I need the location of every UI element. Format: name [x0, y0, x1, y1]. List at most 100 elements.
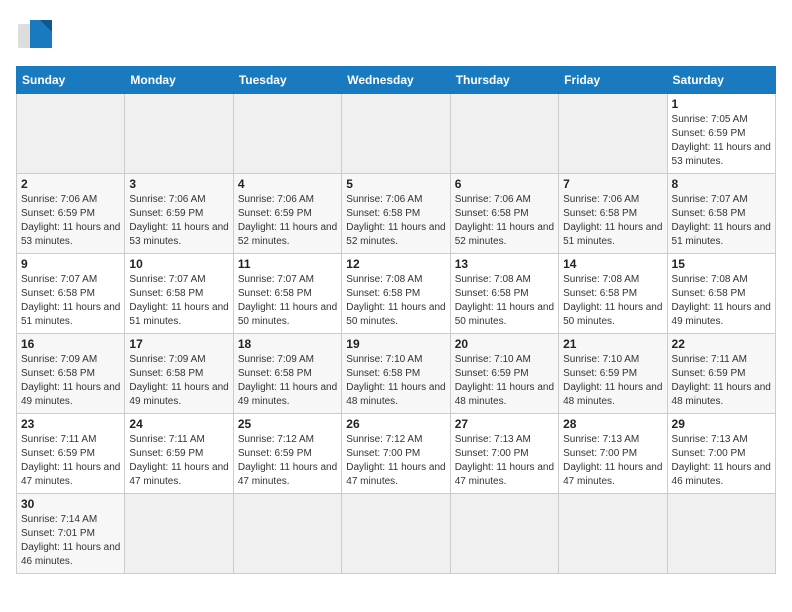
calendar-cell: [667, 494, 775, 574]
day-number: 1: [672, 97, 771, 111]
day-number: 28: [563, 417, 662, 431]
calendar-cell: [125, 494, 233, 574]
day-number: 10: [129, 257, 228, 271]
day-number: 21: [563, 337, 662, 351]
calendar-cell: 18 Sunrise: 7:09 AMSunset: 6:58 PMDayligh…: [233, 334, 341, 414]
calendar-body: 1 Sunrise: 7:05 AMSunset: 6:59 PMDaylight…: [17, 94, 776, 574]
day-info: Sunrise: 7:10 AMSunset: 6:59 PMDaylight:…: [455, 353, 554, 409]
day-info: Sunrise: 7:07 AMSunset: 6:58 PMDaylight:…: [129, 273, 228, 329]
calendar-week-row: 1 Sunrise: 7:05 AMSunset: 6:59 PMDaylight…: [17, 94, 776, 174]
day-number: 16: [21, 337, 120, 351]
calendar-week-row: 9 Sunrise: 7:07 AMSunset: 6:58 PMDaylight…: [17, 254, 776, 334]
day-number: 14: [563, 257, 662, 271]
day-info: Sunrise: 7:12 AMSunset: 7:00 PMDaylight:…: [346, 433, 445, 489]
calendar-cell: 9 Sunrise: 7:07 AMSunset: 6:58 PMDaylight…: [17, 254, 125, 334]
calendar-cell: 1 Sunrise: 7:05 AMSunset: 6:59 PMDaylight…: [667, 94, 775, 174]
day-info: Sunrise: 7:07 AMSunset: 6:58 PMDaylight:…: [672, 193, 771, 249]
calendar-cell: 19 Sunrise: 7:10 AMSunset: 6:58 PMDayligh…: [342, 334, 450, 414]
day-info: Sunrise: 7:11 AMSunset: 6:59 PMDaylight:…: [672, 353, 771, 409]
day-number: 13: [455, 257, 554, 271]
calendar-cell: 20 Sunrise: 7:10 AMSunset: 6:59 PMDayligh…: [450, 334, 558, 414]
day-number: 18: [238, 337, 337, 351]
calendar-cell: [342, 494, 450, 574]
calendar-cell: 11Sunrise: 7:07 AMSunset: 6:58 PMDayligh…: [233, 254, 341, 334]
day-info: Sunrise: 7:12 AMSunset: 6:59 PMDaylight:…: [238, 433, 337, 489]
calendar-cell: 4Sunrise: 7:06 AMSunset: 6:59 PMDaylight…: [233, 174, 341, 254]
calendar-cell: 15Sunrise: 7:08 AMSunset: 6:58 PMDayligh…: [667, 254, 775, 334]
day-info: Sunrise: 7:09 AMSunset: 6:58 PMDaylight:…: [238, 353, 337, 409]
calendar-table: SundayMondayTuesdayWednesdayThursdayFrid…: [16, 66, 776, 574]
day-number: 9: [21, 257, 120, 271]
calendar-header: SundayMondayTuesdayWednesdayThursdayFrid…: [17, 67, 776, 94]
day-info: Sunrise: 7:05 AMSunset: 6:59 PMDaylight:…: [672, 113, 771, 169]
day-info: Sunrise: 7:14 AMSunset: 7:01 PMDaylight:…: [21, 513, 120, 569]
calendar-week-row: 16 Sunrise: 7:09 AMSunset: 6:58 PMDayligh…: [17, 334, 776, 414]
day-info: Sunrise: 7:07 AMSunset: 6:58 PMDaylight:…: [238, 273, 337, 329]
day-number: 4: [238, 177, 337, 191]
page-header: [16, 16, 776, 56]
day-number: 19: [346, 337, 445, 351]
weekday-header: Saturday: [667, 67, 775, 94]
day-number: 24: [129, 417, 228, 431]
day-number: 26: [346, 417, 445, 431]
day-number: 6: [455, 177, 554, 191]
calendar-cell: 26 Sunrise: 7:12 AMSunset: 7:00 PMDayligh…: [342, 414, 450, 494]
day-info: Sunrise: 7:08 AMSunset: 6:58 PMDaylight:…: [455, 273, 554, 329]
day-number: 5: [346, 177, 445, 191]
calendar-cell: 12Sunrise: 7:08 AMSunset: 6:58 PMDayligh…: [342, 254, 450, 334]
calendar-cell: 8 Sunrise: 7:07 AMSunset: 6:58 PMDaylight…: [667, 174, 775, 254]
calendar-cell: 22 Sunrise: 7:11 AMSunset: 6:59 PMDayligh…: [667, 334, 775, 414]
day-number: 30: [21, 497, 120, 511]
weekday-header: Wednesday: [342, 67, 450, 94]
calendar-cell: [125, 94, 233, 174]
calendar-cell: 23Sunrise: 7:11 AMSunset: 6:59 PMDayligh…: [17, 414, 125, 494]
day-info: Sunrise: 7:06 AMSunset: 6:59 PMDaylight:…: [21, 193, 120, 249]
calendar-cell: [17, 94, 125, 174]
day-info: Sunrise: 7:07 AMSunset: 6:58 PMDaylight:…: [21, 273, 120, 329]
day-info: Sunrise: 7:13 AMSunset: 7:00 PMDaylight:…: [672, 433, 771, 489]
weekday-header: Sunday: [17, 67, 125, 94]
calendar-cell: [559, 94, 667, 174]
day-number: 29: [672, 417, 771, 431]
calendar-cell: 6 Sunrise: 7:06 AMSunset: 6:58 PMDaylight…: [450, 174, 558, 254]
calendar-week-row: 23 Sunrise: 7:11 AMSunset: 6:59 PMDayligh…: [17, 414, 776, 494]
calendar-week-row: 30 Sunrise: 7:14 AMSunset: 7:01 PMDayligh…: [17, 494, 776, 574]
day-number: 3: [129, 177, 228, 191]
calendar-cell: 29 Sunrise: 7:13 AMSunset: 7:00 PMDayligh…: [667, 414, 775, 494]
day-info: Sunrise: 7:13 AMSunset: 7:00 PMDaylight:…: [455, 433, 554, 489]
day-info: Sunrise: 7:06 AMSunset: 6:59 PMDaylight:…: [129, 193, 228, 249]
day-info: Sunrise: 7:06 AMSunset: 6:58 PMDaylight:…: [455, 193, 554, 249]
day-number: 2: [21, 177, 120, 191]
logo-icon: [16, 16, 56, 56]
calendar-cell: 25Sunrise: 7:12 AMSunset: 6:59 PMDayligh…: [233, 414, 341, 494]
day-number: 20: [455, 337, 554, 351]
calendar-week-row: 2 Sunrise: 7:06 AMSunset: 6:59 PMDaylight…: [17, 174, 776, 254]
day-number: 23: [21, 417, 120, 431]
day-info: Sunrise: 7:09 AMSunset: 6:58 PMDaylight:…: [129, 353, 228, 409]
day-info: Sunrise: 7:10 AMSunset: 6:59 PMDaylight:…: [563, 353, 662, 409]
day-number: 8: [672, 177, 771, 191]
day-info: Sunrise: 7:08 AMSunset: 6:58 PMDaylight:…: [672, 273, 771, 329]
calendar-cell: 3 Sunrise: 7:06 AMSunset: 6:59 PMDaylight…: [125, 174, 233, 254]
calendar-cell: [450, 494, 558, 574]
calendar-cell: [342, 94, 450, 174]
calendar-cell: 21 Sunrise: 7:10 AMSunset: 6:59 PMDayligh…: [559, 334, 667, 414]
calendar-cell: 24 Sunrise: 7:11 AMSunset: 6:59 PMDayligh…: [125, 414, 233, 494]
day-info: Sunrise: 7:08 AMSunset: 6:58 PMDaylight:…: [563, 273, 662, 329]
weekday-header: Friday: [559, 67, 667, 94]
calendar-cell: 30 Sunrise: 7:14 AMSunset: 7:01 PMDayligh…: [17, 494, 125, 574]
calendar-cell: 5Sunrise: 7:06 AMSunset: 6:58 PMDaylight…: [342, 174, 450, 254]
calendar-cell: [233, 94, 341, 174]
calendar-cell: 14 Sunrise: 7:08 AMSunset: 6:58 PMDayligh…: [559, 254, 667, 334]
weekday-header: Tuesday: [233, 67, 341, 94]
weekday-header: Monday: [125, 67, 233, 94]
day-number: 17: [129, 337, 228, 351]
day-number: 22: [672, 337, 771, 351]
day-info: Sunrise: 7:10 AMSunset: 6:58 PMDaylight:…: [346, 353, 445, 409]
day-info: Sunrise: 7:09 AMSunset: 6:58 PMDaylight:…: [21, 353, 120, 409]
calendar-cell: [450, 94, 558, 174]
calendar-cell: 13 Sunrise: 7:08 AMSunset: 6:58 PMDayligh…: [450, 254, 558, 334]
day-info: Sunrise: 7:08 AMSunset: 6:58 PMDaylight:…: [346, 273, 445, 329]
day-info: Sunrise: 7:13 AMSunset: 7:00 PMDaylight:…: [563, 433, 662, 489]
day-info: Sunrise: 7:11 AMSunset: 6:59 PMDaylight:…: [129, 433, 228, 489]
